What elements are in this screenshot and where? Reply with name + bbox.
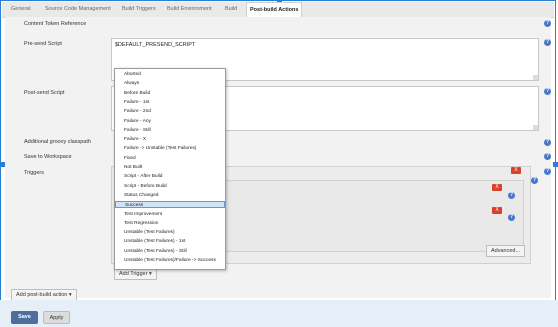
- help-icon[interactable]: ?: [544, 153, 551, 160]
- help-icon[interactable]: ?: [544, 168, 551, 175]
- config-tab-bar: General Source Code Management Build Tri…: [2, 2, 554, 18]
- chevron-down-icon: ▾: [148, 271, 152, 277]
- add-trigger-label: Add Trigger: [119, 271, 148, 277]
- help-icon[interactable]: ?: [544, 139, 551, 146]
- help-icon[interactable]: ?: [508, 214, 515, 221]
- help-icon[interactable]: ?: [544, 39, 551, 46]
- help-icon[interactable]: ?: [531, 177, 538, 184]
- menu-item[interactable]: Always: [115, 80, 225, 87]
- menu-item[interactable]: Failure -> Unstable (Test Failures): [115, 145, 225, 152]
- menu-item[interactable]: Unstable (Test Failures)/Failure -> Succ…: [115, 257, 225, 264]
- help-icon[interactable]: ?: [508, 192, 515, 199]
- tab-build-triggers[interactable]: Build Triggers: [119, 2, 159, 17]
- save-button[interactable]: Save: [11, 311, 38, 324]
- menu-item[interactable]: Failure - 1st: [115, 99, 225, 106]
- chevron-down-icon: ▾: [68, 292, 72, 298]
- add-post-build-action-label: Add post-build action: [16, 292, 68, 298]
- menu-item[interactable]: Test Regression: [115, 220, 225, 227]
- menu-item[interactable]: Unstable (Test Failures): [115, 229, 225, 236]
- menu-item[interactable]: Failure - Still: [115, 127, 225, 134]
- menu-item[interactable]: Not Built: [115, 164, 225, 171]
- tab-source-code-management[interactable]: Source Code Management: [42, 2, 114, 17]
- trigger-panel-nested: [222, 180, 524, 252]
- tab-build[interactable]: Build: [222, 2, 240, 17]
- menu-item[interactable]: Unstable (Test Failures) - 1st: [115, 238, 225, 245]
- menu-item[interactable]: Fixed: [115, 155, 225, 162]
- menu-item[interactable]: Before Build: [115, 90, 225, 97]
- content-token-reference-label: Content Token Reference: [24, 21, 87, 27]
- advanced-button[interactable]: Advanced...: [486, 245, 526, 257]
- trigger-type-menu: Aborted Always Before Build Failure - 1st Fa…: [114, 68, 226, 270]
- triggers-label: Triggers: [24, 170, 44, 176]
- menu-item[interactable]: Script - After Build: [115, 173, 225, 180]
- menu-item[interactable]: Failure - 2nd: [115, 108, 225, 115]
- menu-item[interactable]: Script - Before Build: [115, 183, 225, 190]
- resize-grip-icon[interactable]: [533, 125, 538, 130]
- tab-post-build-actions[interactable]: Post-build Actions: [246, 2, 303, 17]
- pre-send-script-value: $DEFAULT_PRESEND_SCRIPT: [115, 42, 196, 48]
- apply-button[interactable]: Apply: [43, 311, 70, 324]
- menu-item[interactable]: Status Changed: [115, 192, 225, 199]
- post-send-script-label: Post-send Script: [24, 90, 65, 96]
- resize-grip-icon[interactable]: [533, 75, 538, 80]
- delete-trigger-button[interactable]: X: [511, 167, 521, 174]
- menu-item[interactable]: Success: [115, 201, 225, 209]
- save-to-workspace-label: Save to Workspace: [24, 154, 72, 160]
- menu-item[interactable]: Aborted: [115, 71, 225, 78]
- additional-groovy-classpath-label: Additional groovy classpath: [24, 139, 91, 145]
- delete-trigger-button[interactable]: X: [492, 184, 502, 191]
- menu-item[interactable]: Test Improvement: [115, 211, 225, 218]
- tab-general[interactable]: General: [8, 2, 34, 17]
- help-icon[interactable]: ?: [544, 20, 551, 27]
- pre-send-script-label: Pre-send Script: [24, 41, 62, 47]
- delete-trigger-button[interactable]: X: [492, 207, 502, 214]
- tab-build-environment[interactable]: Build Environment: [164, 2, 215, 17]
- menu-item[interactable]: Unstable (Test Failures) - Still: [115, 248, 225, 255]
- menu-item[interactable]: Failure - X: [115, 136, 225, 143]
- resize-handle-right[interactable]: [553, 162, 558, 167]
- menu-item[interactable]: Failure - Any: [115, 118, 225, 125]
- help-icon[interactable]: ?: [544, 88, 551, 95]
- save-bar: [0, 300, 558, 327]
